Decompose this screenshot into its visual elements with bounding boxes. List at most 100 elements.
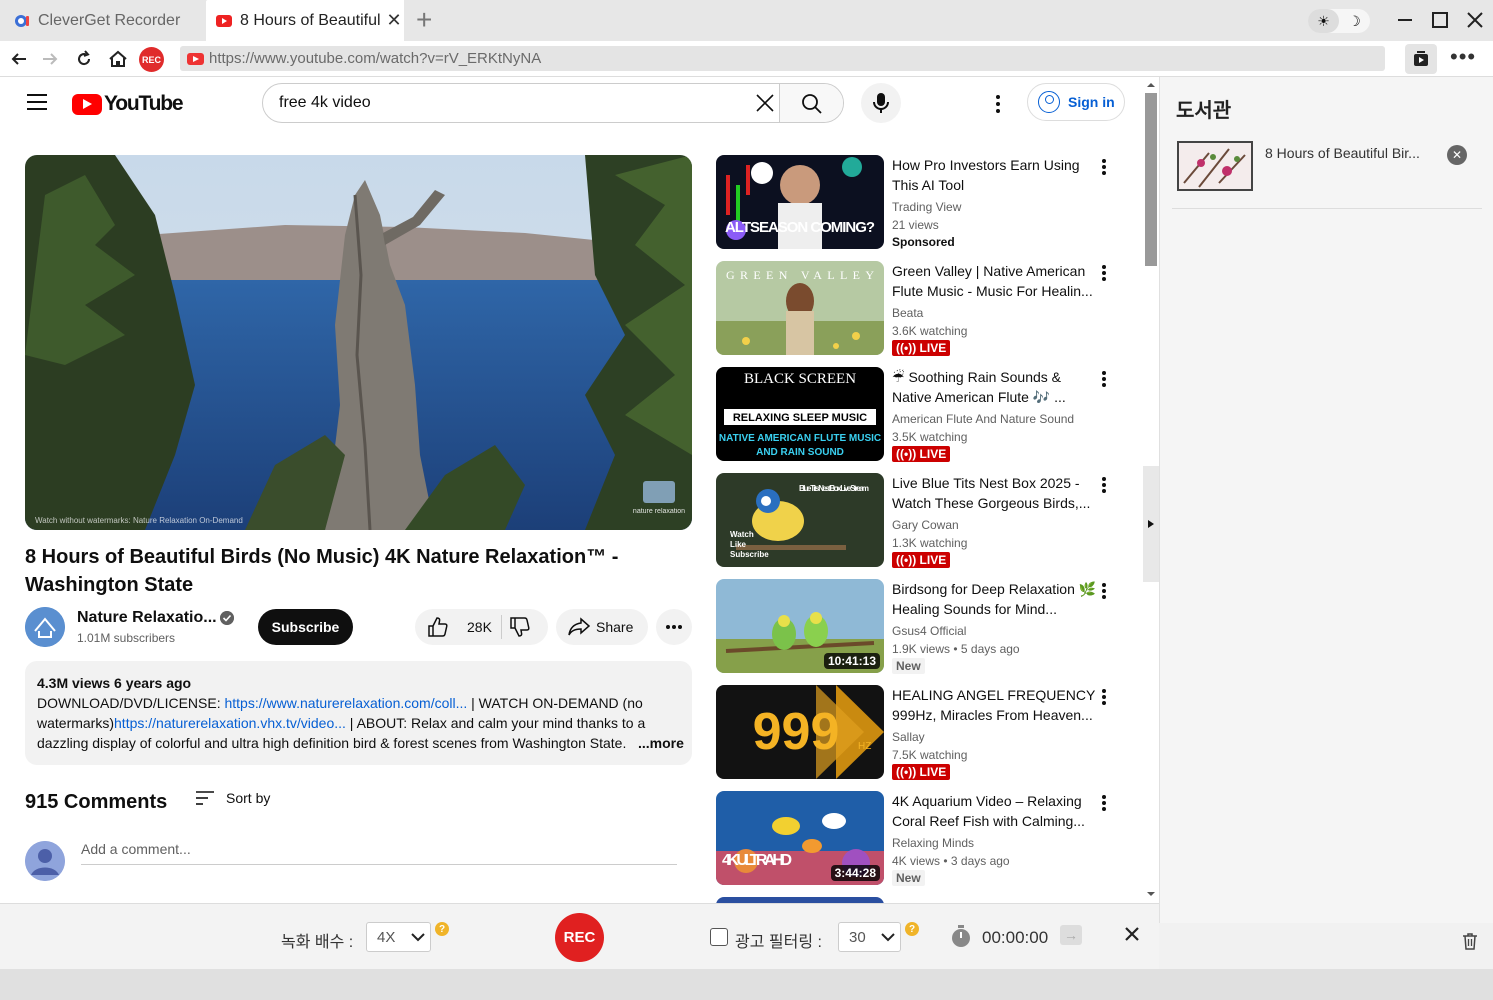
video-thumbnail[interactable]: 999 HZ [716,685,884,779]
like-count: 28K [467,619,492,635]
description-box[interactable]: 4.3M views 6 years ago DOWNLOAD/DVD/LICE… [25,661,692,765]
settings-menu-icon[interactable] [988,93,1008,115]
recommendation-channel[interactable]: American Flute And Nature Sound [892,412,1074,426]
video-thumbnail[interactable]: 10:41:13 [716,579,884,673]
recommendation-channel[interactable]: Trading View [892,200,961,214]
recommendation-item[interactable]: Blue Tits Nest Box Live Stream Watch Like S… [716,473,1126,573]
reload-button[interactable] [72,47,96,71]
recommendation-menu-icon[interactable] [1102,371,1108,389]
recommendation-channel[interactable]: Gary Cowan [892,518,959,532]
speed-help-icon[interactable]: ? [435,922,449,936]
recommendation-menu-icon[interactable] [1102,583,1108,601]
video-thumbnail[interactable]: 4K ULTRA HD 3:44:28 [716,791,884,885]
remove-item-icon[interactable]: ✕ [1447,145,1467,165]
clear-search-icon[interactable] [754,92,776,114]
home-button[interactable] [106,47,130,71]
license-link[interactable]: https://www.naturerelaxation.com/coll... [224,695,467,711]
moon-icon[interactable]: ☽ [1339,9,1370,33]
recommendation-item[interactable]: BLACK SCREEN RELAXING SLEEP MUSIC NATIVE A… [716,367,1126,467]
more-options-button[interactable]: ••• [1450,46,1476,68]
sort-comments-button[interactable]: Sort by [195,789,270,807]
trash-icon[interactable] [1462,932,1478,950]
share-button[interactable]: Share [556,609,648,645]
ad-filter-checkbox[interactable] [710,928,728,946]
video-player[interactable]: Watch without watermarks: Nature Relaxat… [25,155,692,530]
recommendation-title[interactable]: Green Valley | Native American Flute Mus… [892,261,1097,301]
sponsored-badge: Sponsored [892,235,955,249]
recommendation-channel[interactable]: Beata [892,306,923,320]
live-badge: ((•)) LIVE [892,446,951,462]
channel-avatar[interactable] [25,607,65,647]
ad-filter-help-icon[interactable]: ? [905,922,919,936]
recommendation-title[interactable]: Birdsong for Deep Relaxation 🌿 Healing S… [892,579,1097,619]
recorder-toolbar: 녹화 배수 : 4X ? REC 광고 필터링 : 30 ? 00:00:00 … [0,903,1159,969]
recommendation-title[interactable]: 4K Aquarium Video – Relaxing Coral Reef … [892,791,1097,831]
recommendation-views: 1.9K views • 5 days ago [892,642,1020,656]
description-line-2: watermarks)https://naturerelaxation.vhx.… [37,715,646,731]
menu-icon[interactable] [27,94,47,110]
show-more-link[interactable]: ...more [634,733,684,753]
channel-name[interactable]: Nature Relaxatio... [77,609,217,627]
recommendation-channel[interactable]: Relaxing Minds [892,836,974,850]
tab-cleverget[interactable]: CleverGet Recorder [0,0,204,41]
svg-text:Like: Like [730,540,747,549]
subscribe-button[interactable]: Subscribe [258,609,353,645]
library-item[interactable]: 8 Hours of Beautiful Bir... ✕ [1172,133,1482,209]
add-comment-input[interactable]: Add a comment... [81,841,677,865]
dislike-button[interactable] [509,616,531,641]
back-button[interactable] [7,47,31,71]
record-speed-select[interactable]: 4X [366,922,431,952]
recommendation-channel[interactable]: Gsus4 Official [892,624,966,638]
recommendation-menu-icon[interactable] [1102,689,1108,707]
search-button[interactable] [779,84,843,122]
recommendation-menu-icon[interactable] [1102,795,1108,813]
youtube-logo[interactable]: YouTube [72,92,184,116]
recommendation-item[interactable]: GREEN VALLEY Green Valley | Native Ameri… [716,261,1126,361]
search-input[interactable]: free 4k video [279,94,371,112]
recommendation-menu-icon[interactable] [1102,265,1108,283]
recommendation-channel[interactable]: Sallay [892,730,925,744]
video-thumbnail[interactable]: GREEN VALLEY [716,261,884,355]
tab-youtube-video[interactable]: 8 Hours of Beautiful ✕ [206,0,404,41]
timer-icon [952,925,970,947]
voice-search-button[interactable] [861,83,901,123]
recommendation-item[interactable]: 999 HZ HEALING ANGEL FREQUENCY 999Hz, Mir… [716,685,1126,785]
scroll-down-icon[interactable] [1143,889,1159,899]
video-thumbnail[interactable]: Blue Tits Nest Box Live Stream Watch Like S… [716,473,884,567]
library-toggle-button[interactable] [1405,44,1437,74]
close-tab-icon[interactable]: ✕ [387,10,402,31]
record-button[interactable]: REC [555,913,604,962]
ad-filter-select[interactable]: 30 [838,922,901,952]
video-more-actions-button[interactable] [656,609,692,645]
new-tab-button[interactable]: + [416,6,432,34]
minimize-button[interactable] [1393,8,1417,32]
panel-collapse-handle[interactable] [1143,466,1159,582]
address-bar[interactable]: https://www.youtube.com/watch?v=rV_ERKtN… [180,46,1385,71]
recommendation-title[interactable]: Live Blue Tits Nest Box 2025 - Watch The… [892,473,1097,513]
video-thumbnail[interactable]: ALTSEASON COMING? [716,155,884,249]
recommendation-item[interactable]: 10:41:13 Birdsong for Deep Relaxation 🌿 … [716,579,1126,679]
on-demand-link[interactable]: https://naturerelaxation.vhx.tv/video... [114,715,346,731]
sign-in-button[interactable]: Sign in [1027,83,1125,121]
close-window-button[interactable] [1463,8,1487,32]
recommendation-title[interactable]: ☔ Soothing Rain Sounds & Native American… [892,367,1097,407]
theme-toggle[interactable]: ☀ ☽ [1308,9,1370,33]
scrollbar-thumb[interactable] [1145,93,1157,266]
recommendation-menu-icon[interactable] [1102,477,1108,495]
youtube-header: YouTube free 4k video Sign in [0,77,1145,133]
like-button[interactable]: 28K [427,616,492,638]
scroll-up-icon[interactable] [1143,80,1159,90]
recommendation-item[interactable]: 4K ULTRA HD 3:44:28 4K Aquarium Video – … [716,791,1126,891]
rec-shortcut-button[interactable]: REC [139,47,164,72]
export-arrow-button[interactable]: → [1060,925,1082,945]
recommendation-title[interactable]: HEALING ANGEL FREQUENCY 999Hz, Miracles … [892,685,1097,725]
sun-icon[interactable]: ☀ [1308,9,1339,33]
close-toolbar-icon[interactable] [1124,926,1140,942]
forward-button[interactable] [38,47,62,71]
recommendation-menu-icon[interactable] [1102,159,1108,177]
recommendation-title[interactable]: How Pro Investors Earn Using This AI Too… [892,155,1097,195]
recommendation-item[interactable]: ALTSEASON COMING? How Pro Investors Earn… [716,155,1126,255]
search-box[interactable]: free 4k video [262,83,844,123]
video-thumbnail[interactable]: BLACK SCREEN RELAXING SLEEP MUSIC NATIVE A… [716,367,884,461]
maximize-button[interactable] [1428,8,1452,32]
